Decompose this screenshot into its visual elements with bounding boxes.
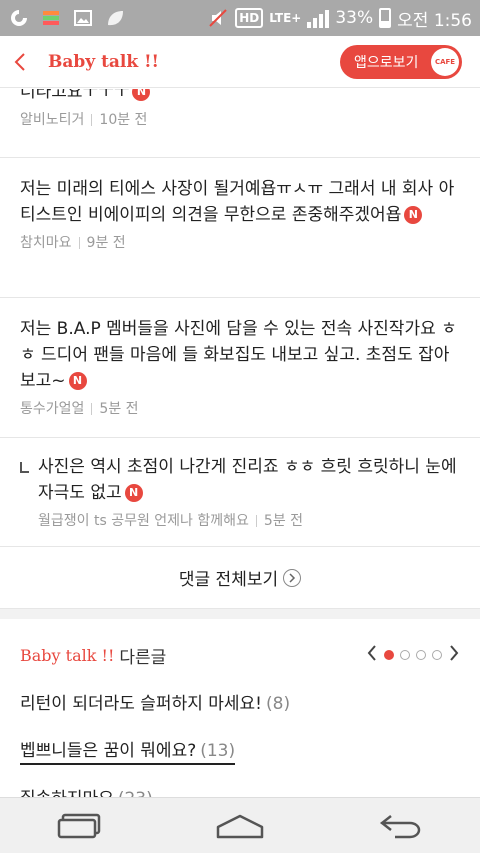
comment-item[interactable]: 너라고요ㅜㅜㅜ N 알비노티거 10분 전	[0, 89, 480, 158]
page-dot[interactable]	[416, 650, 426, 660]
new-badge: N	[404, 206, 423, 224]
other-post-item[interactable]: 벱쁘니들은 꿈이 뭐에요? (13)	[20, 736, 236, 765]
back-nav-button[interactable]	[360, 798, 440, 853]
recent-apps-button[interactable]	[40, 798, 120, 853]
open-app-label: 앱으로보기	[354, 55, 419, 71]
comment-list: 너라고요ㅜㅜㅜ N 알비노티거 10분 전 저는 미래의 티에스 사장이 될거예욥ㅠ…	[0, 89, 480, 797]
comment-time: 10분 전	[99, 112, 148, 128]
other-posts-header: Baby talk !! 다른글	[0, 637, 480, 673]
stack-app-icon	[40, 7, 62, 29]
clock: 오전 1:56	[397, 10, 472, 31]
comment-text: 저는 미래의 티에스 사장이 될거예욥ㅠㅅㅠ 그래서 내 회사 아티스트인 비에…	[20, 179, 455, 225]
recent-apps-icon	[57, 813, 101, 838]
comment-author: 참치마요	[20, 235, 72, 251]
chevron-right-icon	[283, 568, 302, 587]
page-dot-active[interactable]	[384, 650, 394, 660]
battery-percent: 33%	[335, 8, 374, 28]
other-posts-blog-name: Baby talk !!	[20, 645, 115, 665]
leaf-icon	[104, 7, 126, 29]
open-app-button[interactable]: 앱으로보기 CAFE	[340, 45, 462, 79]
reply-icon	[20, 462, 29, 473]
back-button[interactable]	[0, 36, 40, 88]
comment-author: 통수가얼얼	[20, 401, 85, 417]
page-title: Baby talk !!	[48, 51, 160, 72]
image-icon	[72, 7, 94, 29]
new-badge: N	[68, 372, 87, 390]
other-post-title: 벱쁘니들은 꿈이 뭐에요?	[20, 741, 197, 761]
comment-time: 9분 전	[86, 235, 126, 251]
chevron-right-icon	[450, 645, 459, 661]
other-post-item[interactable]: 리턴이 되더라도 슬퍼하지 마세요! (8)	[20, 689, 290, 714]
other-post-count: (13)	[200, 741, 236, 761]
pager	[366, 643, 460, 667]
comment-author: 알비노티거	[20, 112, 85, 128]
comment-author: 월급쟁이 ts 공무원 언제나 함께해요	[38, 513, 249, 529]
new-badge: N	[132, 89, 151, 101]
view-all-label: 댓글 전체보기	[178, 570, 279, 590]
page-dot[interactable]	[432, 650, 442, 660]
signal-icon	[307, 8, 330, 28]
section-divider	[0, 609, 480, 619]
other-post-count: (23)	[118, 789, 153, 797]
cafe-logo-icon: CAFE	[431, 48, 459, 76]
lte-indicator: LTE+	[269, 11, 302, 25]
home-button[interactable]	[200, 798, 280, 853]
view-all-comments-button[interactable]: 댓글 전체보기	[0, 547, 480, 609]
chevron-left-icon	[367, 645, 376, 661]
chevron-left-icon	[14, 52, 25, 71]
comment-time: 5분 전	[263, 513, 304, 529]
status-bar: HD LTE+ 33% 오전 1:56	[0, 0, 480, 36]
comment-text: 사진은 역시 초점이 나간게 진리죠 ㅎㅎ 흐릿 흐릿하니 눈에 자극도 없고	[38, 457, 457, 503]
comment-item[interactable]: 저는 미래의 티에스 사장이 될거예욥ㅠㅅㅠ 그래서 내 회사 아티스트인 비에…	[0, 158, 480, 298]
page-dot[interactable]	[400, 650, 410, 660]
home-icon	[216, 814, 264, 838]
battery-icon	[379, 8, 392, 28]
comment-time: 5분 전	[99, 401, 139, 417]
next-page-button[interactable]	[448, 643, 460, 667]
header: Baby talk !! 앱으로보기 CAFE	[0, 36, 480, 88]
other-posts-label: 다른글	[119, 647, 167, 668]
other-post-count: (8)	[266, 694, 291, 714]
mute-icon	[207, 7, 229, 29]
new-badge: N	[124, 484, 143, 502]
other-post-title: 리턴이 되더라도 슬퍼하지 마세요!	[20, 694, 262, 714]
reply-item[interactable]: 사진은 역시 초점이 나간게 진리죠 ㅎㅎ 흐릿 흐릿하니 눈에 자극도 없고 N…	[0, 438, 480, 547]
circle-app-icon	[8, 7, 30, 29]
other-post-item[interactable]: 질송하지마요 (23)	[20, 784, 153, 797]
prev-page-button[interactable]	[366, 643, 378, 667]
comment-text: 너라고요ㅜㅜㅜ	[20, 89, 130, 102]
comment-item[interactable]: 저는 B.A.P 멤버들을 사진에 담을 수 있는 전속 사진작가요 ㅎㅎ 드디…	[0, 298, 480, 438]
other-post-title: 질송하지마요	[20, 789, 114, 797]
back-arrow-icon	[379, 814, 421, 838]
system-nav-bar	[0, 797, 480, 853]
hd-indicator: HD	[235, 8, 264, 28]
